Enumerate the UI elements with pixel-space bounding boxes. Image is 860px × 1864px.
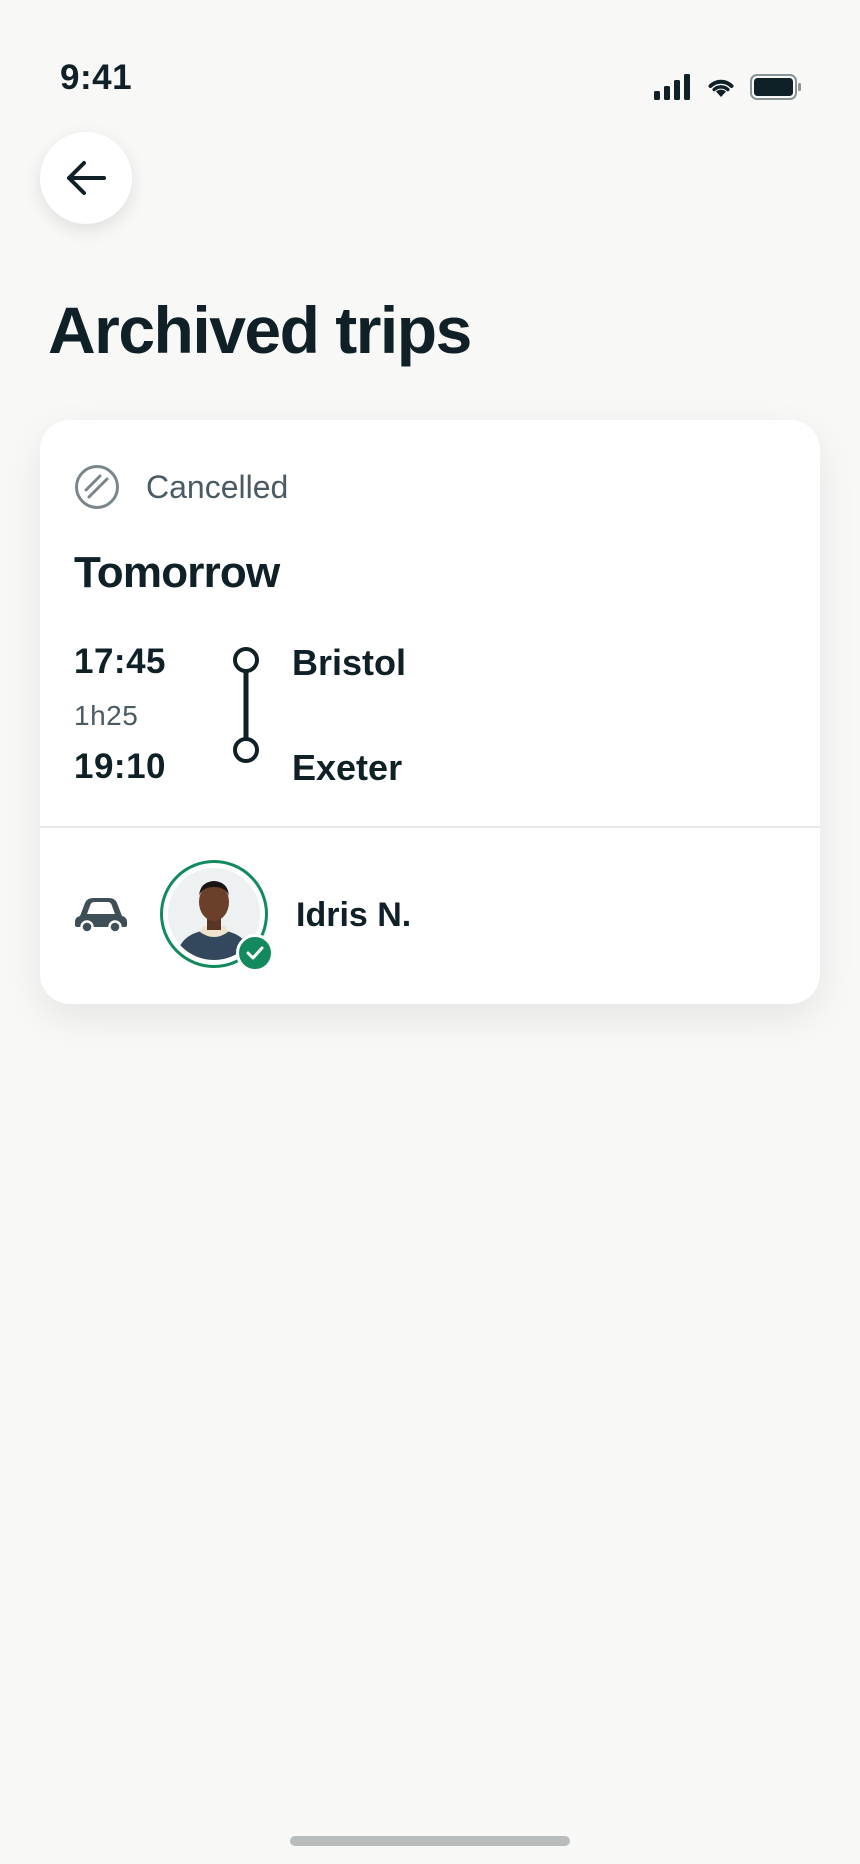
origin-city: Bristol <box>292 642 407 683</box>
status-bar: 9:41 <box>0 0 860 110</box>
trip-status: Cancelled <box>74 464 288 510</box>
arrow-left-icon <box>67 161 106 195</box>
trip-duration: 1h25 <box>74 700 139 731</box>
divider <box>40 826 820 828</box>
verified-badge <box>236 934 274 972</box>
signal-icon <box>654 74 690 100</box>
battery-icon <box>750 74 801 100</box>
departure-time: 17:45 <box>74 642 167 681</box>
driver-name: Idris N. <box>296 896 412 934</box>
route-line-icon <box>233 647 259 763</box>
home-indicator[interactable] <box>290 1836 570 1846</box>
arrival-time: 19:10 <box>74 747 167 786</box>
destination-city: Exeter <box>292 747 403 788</box>
page-title: Archived trips <box>48 293 472 367</box>
checkmark-icon <box>246 946 264 960</box>
cancelled-icon <box>75 465 119 509</box>
trip-day: Tomorrow <box>74 548 280 597</box>
status-time: 9:41 <box>60 58 133 97</box>
status-icons <box>654 74 802 100</box>
trip-card[interactable]: Cancelled Tomorrow 17:45 1h25 19:10 Bris… <box>40 420 820 1004</box>
status-label: Cancelled <box>146 468 289 505</box>
back-button[interactable] <box>40 132 132 224</box>
wifi-icon <box>708 79 734 97</box>
car-icon <box>75 898 127 934</box>
